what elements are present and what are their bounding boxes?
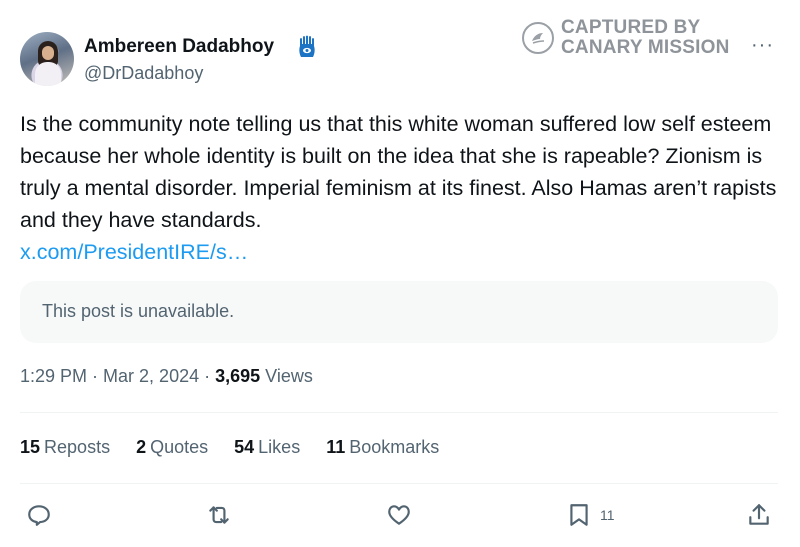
tweet-link[interactable]: x.com/PresidentIRE/s… bbox=[20, 236, 248, 268]
tweet-date[interactable]: Mar 2, 2024 bbox=[103, 366, 199, 386]
divider bbox=[20, 483, 778, 484]
likes-stat[interactable]: 54 Likes bbox=[234, 437, 300, 458]
heart-icon bbox=[388, 505, 410, 525]
repost-icon bbox=[209, 506, 229, 524]
like-button[interactable] bbox=[386, 500, 412, 530]
reply-button[interactable] bbox=[26, 500, 52, 530]
bookmark-icon bbox=[570, 504, 588, 526]
views-count: 3,695 bbox=[215, 366, 261, 386]
bookmark-button[interactable]: 11 bbox=[566, 500, 615, 530]
tweet-time[interactable]: 1:29 PM bbox=[20, 366, 87, 386]
quotes-stat[interactable]: 2 Quotes bbox=[136, 437, 208, 458]
more-options-button[interactable]: ··· bbox=[751, 35, 774, 55]
quoted-post-unavailable[interactable]: This post is unavailable. bbox=[20, 281, 778, 343]
reposts-stat[interactable]: 15 Reposts bbox=[20, 437, 110, 458]
author-handle[interactable]: @DrDadabhoy bbox=[84, 63, 203, 84]
repost-button[interactable] bbox=[206, 500, 232, 530]
divider bbox=[20, 412, 778, 413]
watermark-line-1: CAPTURED BY bbox=[561, 17, 701, 38]
engagement-stats: 15 Reposts 2 Quotes 54 Likes 11 Bookmarks bbox=[20, 437, 465, 458]
hamsa-icon bbox=[299, 35, 315, 57]
canary-seal-icon bbox=[522, 22, 554, 54]
unavailable-message: This post is unavailable. bbox=[42, 301, 235, 321]
reply-icon bbox=[28, 505, 50, 526]
bookmark-count: 11 bbox=[600, 507, 615, 523]
share-button[interactable] bbox=[746, 500, 772, 530]
bookmarks-stat[interactable]: 11 Bookmarks bbox=[326, 437, 439, 458]
tweet-meta: 1:29 PM · Mar 2, 2024 · 3,695 Views bbox=[20, 366, 313, 386]
share-icon bbox=[749, 504, 769, 525]
avatar[interactable] bbox=[20, 32, 74, 86]
action-bar: 11 bbox=[0, 500, 800, 532]
author-name[interactable]: Ambereen Dadabhoy bbox=[84, 36, 274, 58]
canary-mission-watermark: CAPTURED BY CANARY MISSION bbox=[522, 18, 730, 58]
watermark-line-2: CANARY MISSION bbox=[561, 37, 730, 58]
views-label: Views bbox=[260, 366, 313, 386]
tweet-text: Is the community note telling us that th… bbox=[20, 112, 777, 232]
